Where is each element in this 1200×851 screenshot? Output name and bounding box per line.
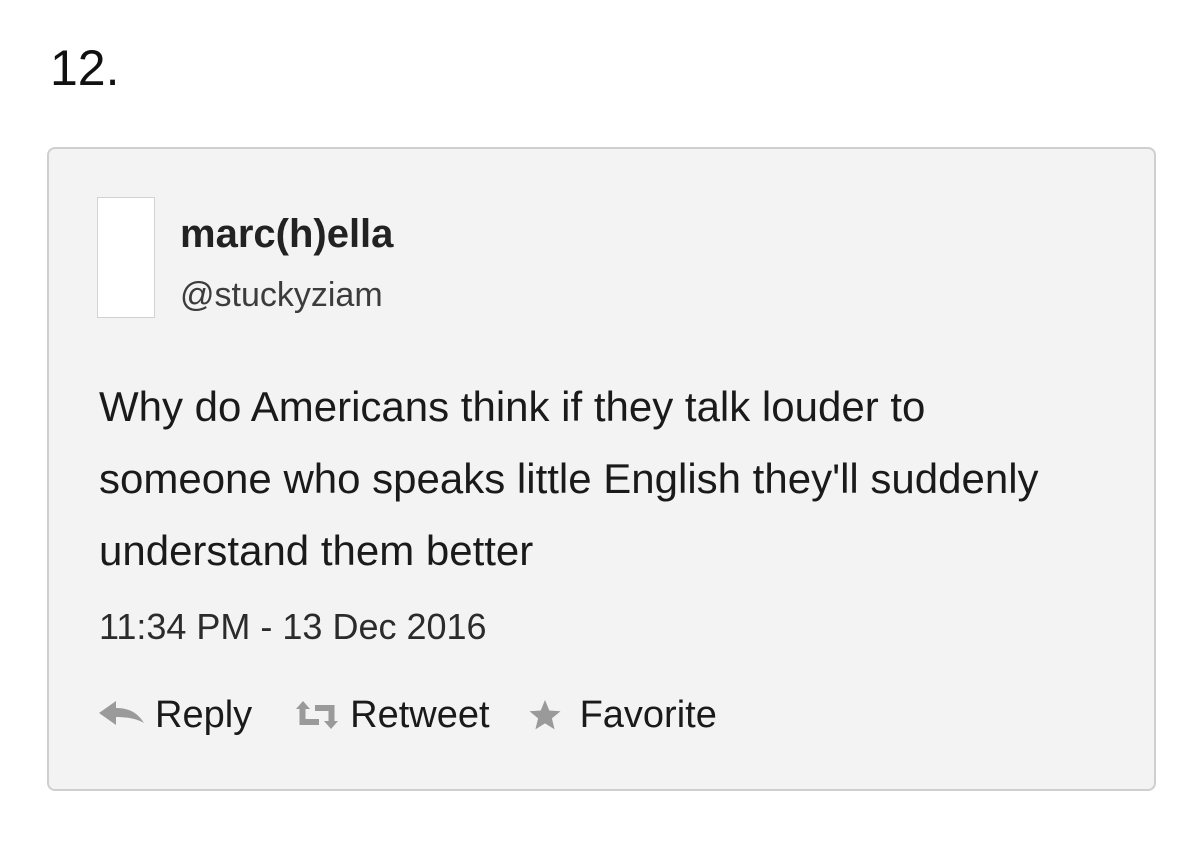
tweet-timestamp[interactable]: 11:34 PM - 13 Dec 2016	[99, 605, 487, 649]
avatar[interactable]	[97, 197, 155, 318]
tweet-card: marc(h)ella @stuckyziam Why do Americans…	[47, 147, 1156, 791]
reply-icon	[97, 698, 147, 732]
reply-label: Reply	[155, 694, 253, 736]
retweet-label: Retweet	[350, 694, 490, 736]
reply-button[interactable]: Reply	[97, 689, 252, 741]
display-name[interactable]: marc(h)ella	[180, 209, 393, 259]
favorite-button[interactable]: Favorite	[528, 689, 717, 741]
item-number: 12.	[50, 40, 120, 96]
user-handle[interactable]: @stuckyziam	[180, 274, 383, 316]
retweet-button[interactable]: Retweet	[292, 689, 490, 741]
tweet-text: Why do Americans think if they talk loud…	[99, 383, 1039, 574]
retweet-icon	[292, 699, 342, 731]
tweet-actions: Reply Retweet Favorite	[97, 689, 717, 741]
favorite-label: Favorite	[579, 694, 717, 736]
star-icon	[528, 699, 562, 731]
